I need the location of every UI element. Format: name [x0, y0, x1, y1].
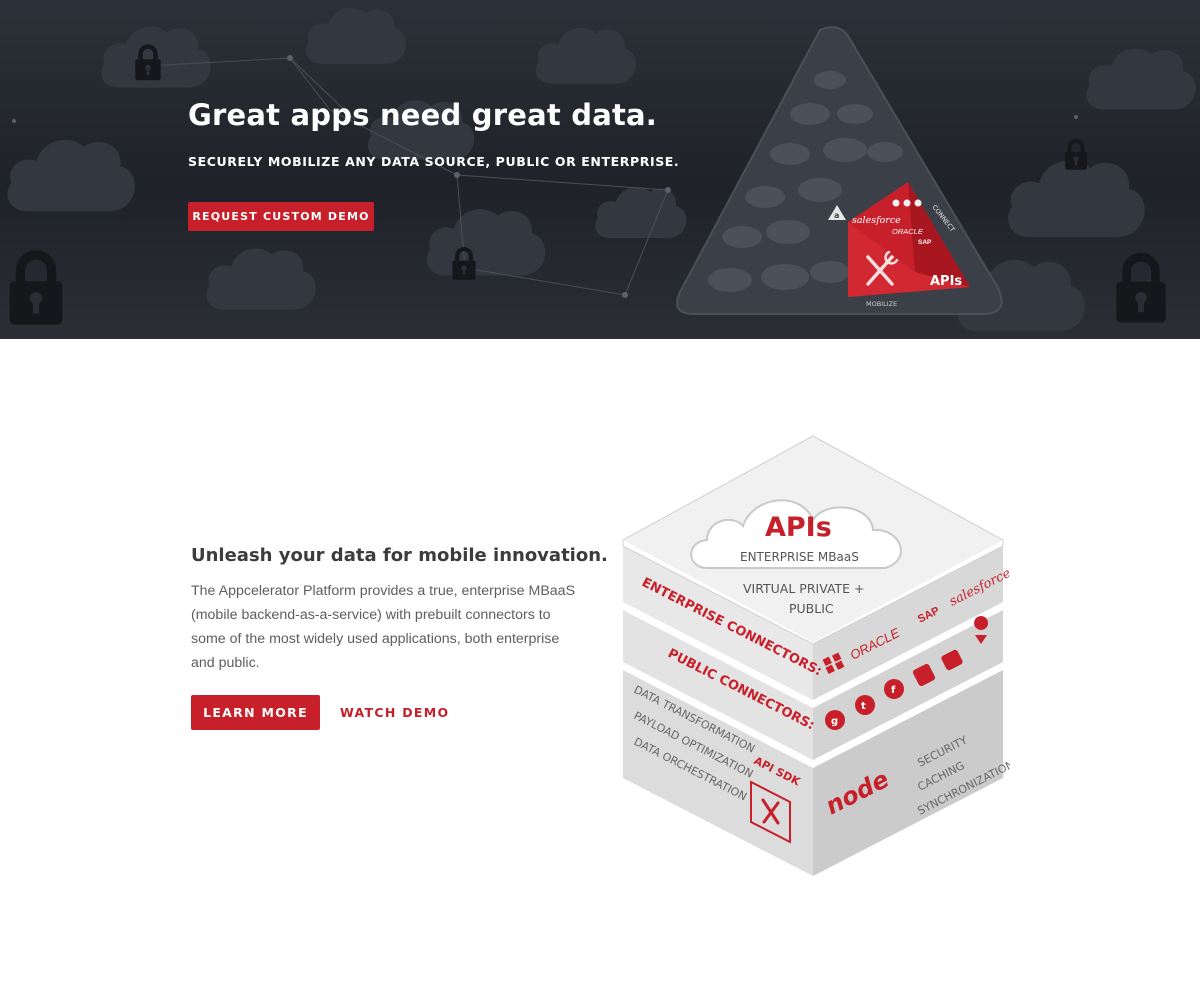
hero-banner: Great apps need great data. SECURELY MOB… [0, 0, 1200, 339]
hero-art-apis-label: APIs [930, 274, 962, 289]
mbaas-stack-illustration: APIs ENTERPRISE MBaaS VIRTUAL PRIVATE + … [622, 435, 1010, 876]
request-custom-demo-button[interactable]: REQUEST CUSTOM DEMO [188, 202, 374, 231]
hero-art-oracle-label: ORACLE [892, 227, 924, 236]
hero-art-salesforce-label: salesforce [852, 215, 901, 226]
hero-subtitle: SECURELY MOBILIZE ANY DATA SOURCE, PUBLI… [188, 154, 680, 169]
hero-title: Great apps need great data. [188, 98, 658, 132]
svg-text:f: f [891, 685, 896, 696]
hero-background-clouds [0, 7, 1196, 332]
hero-art-sap-label: SAP [918, 239, 932, 246]
cube-virtual-private-label: VIRTUAL PRIVATE + [743, 581, 865, 596]
learn-more-button[interactable]: LEARN MORE [191, 695, 320, 730]
section-title: Unleash your data for mobile innovation. [191, 545, 608, 566]
section-description: The Appcelerator Platform provides a tru… [191, 583, 576, 671]
hero-art-mobilize-label: MOBILIZE [866, 300, 897, 308]
svg-text:t: t [861, 701, 866, 712]
hero-art-logo-letter: a [834, 211, 839, 220]
watch-demo-link[interactable]: WATCH DEMO [340, 695, 449, 730]
cube-public-label: PUBLIC [789, 601, 834, 616]
svg-text:g: g [831, 716, 838, 727]
cube-apis-label: APIs [765, 512, 832, 543]
hero-triangle-illustration: salesforce ORACLE SAP CONNECT APIs MOBIL… [676, 26, 1003, 315]
cube-enterprise-mbaas-label: ENTERPRISE MBaaS [740, 550, 859, 564]
